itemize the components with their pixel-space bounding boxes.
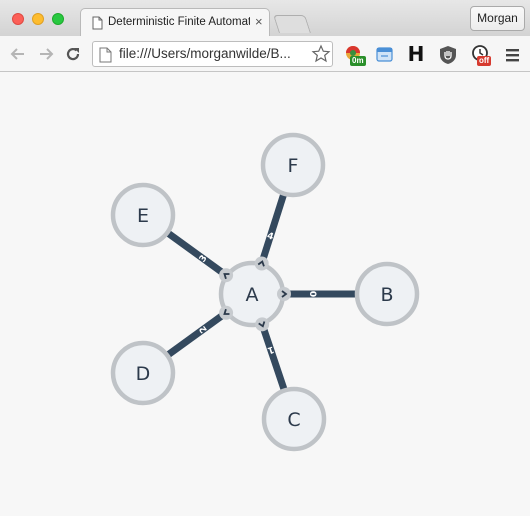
state-node-E[interactable]: E	[110, 182, 176, 248]
maximize-window-button[interactable]	[52, 13, 64, 25]
address-bar[interactable]: file:///Users/morganwilde/B...	[92, 41, 333, 67]
forward-arrow-icon[interactable]	[36, 44, 56, 64]
folder-window-icon[interactable]	[374, 44, 396, 66]
extension-badge: 0m	[350, 56, 366, 66]
tab-title: Deterministic Finite Automaton	[108, 16, 250, 28]
edge-label: 0	[307, 291, 317, 297]
clock-icon[interactable]: off	[470, 44, 492, 66]
edge-connector[interactable]	[219, 268, 234, 283]
state-node-C[interactable]: C	[261, 386, 327, 452]
page-icon	[99, 47, 112, 68]
dfa-graph: A BCDEF 01234	[110, 132, 420, 452]
tab-close-icon[interactable]: ×	[255, 14, 263, 29]
state-label: C	[287, 409, 300, 431]
state-label: A	[246, 284, 259, 306]
colorful-extension-icon[interactable]: 0m	[343, 44, 366, 66]
state-node-B[interactable]: B	[354, 261, 420, 327]
profile-button[interactable]: Morgan	[470, 6, 525, 31]
edge-connector[interactable]	[254, 256, 269, 271]
menu-icon[interactable]	[502, 44, 524, 66]
edge-connector[interactable]	[255, 317, 270, 332]
new-tab-button[interactable]	[273, 15, 311, 33]
back-arrow-icon[interactable]	[8, 44, 28, 64]
state-label: D	[136, 363, 151, 385]
browser-toolbar: file:///Users/morganwilde/B... 0m H off	[0, 36, 530, 72]
hand-shield-icon[interactable]	[437, 44, 459, 66]
state-label: B	[380, 284, 393, 306]
reload-icon[interactable]	[63, 44, 83, 64]
browser-window: Deterministic Finite Automaton × Morgan	[0, 0, 530, 516]
close-window-button[interactable]	[12, 13, 24, 25]
browser-tab-active[interactable]: Deterministic Finite Automaton ×	[80, 8, 270, 36]
state-label: F	[288, 155, 299, 177]
document-icon	[92, 16, 103, 35]
edge-label: 1	[266, 344, 275, 355]
state-node-F[interactable]: F	[260, 132, 326, 198]
extension-badge: off	[477, 56, 492, 66]
edge-connector[interactable]	[277, 287, 291, 301]
bookmark-star-icon[interactable]	[311, 44, 331, 69]
edge-connector[interactable]	[219, 305, 234, 320]
state-label: E	[137, 205, 149, 227]
minimize-window-button[interactable]	[32, 13, 44, 25]
url-text: file:///Users/morganwilde/B...	[119, 46, 291, 61]
title-bar: Deterministic Finite Automaton × Morgan	[0, 0, 530, 36]
state-node-D[interactable]: D	[110, 340, 176, 406]
h-letter-icon[interactable]: H	[405, 42, 427, 66]
page-content: ABCDEF 01234	[0, 72, 530, 516]
edge-label: 4	[266, 231, 275, 242]
